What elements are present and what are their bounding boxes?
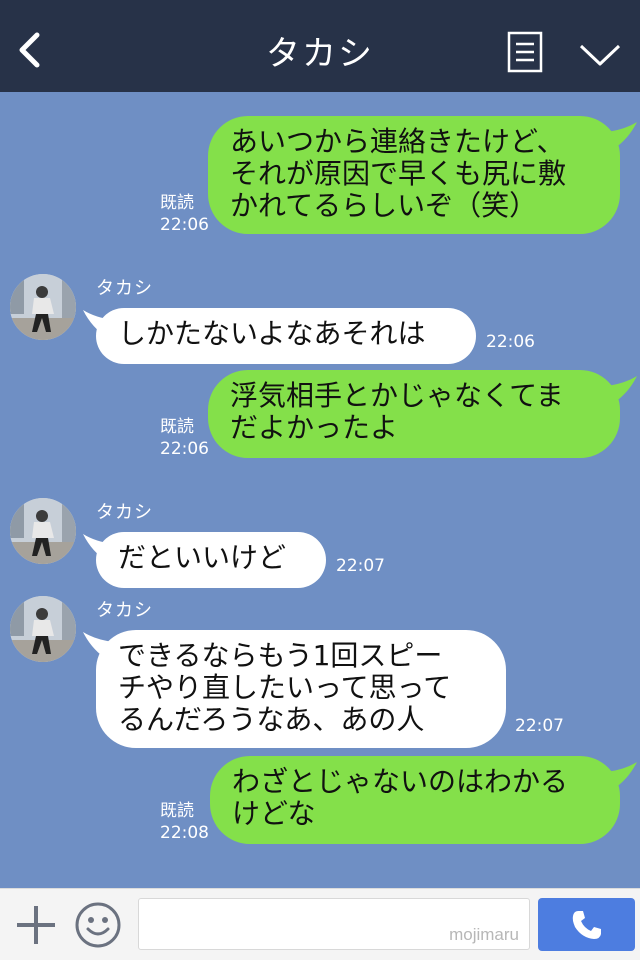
message-bubble-theirs[interactable]: だといいけど: [96, 532, 326, 588]
message-meta: 既読 22:08: [160, 800, 209, 844]
message-bubble-theirs[interactable]: できるならもう1回スピー チやり直したいって思って るんだろうなあ、あの人: [96, 630, 506, 748]
avatar-photo: [10, 274, 76, 340]
chat-area: あいつから連絡きたけど、 それが原因で早くも尻に敷 かれてるらしいぞ（笑） 既読…: [0, 92, 640, 888]
avatar[interactable]: [10, 498, 76, 564]
avatar[interactable]: [10, 274, 76, 340]
sender-name: タカシ: [96, 278, 153, 299]
message-line: だよかったよ: [230, 411, 399, 444]
plus-icon[interactable]: [14, 903, 58, 947]
read-receipt: 既読: [160, 193, 194, 213]
message-time: 22:07: [336, 556, 385, 576]
read-receipt: 既読: [160, 417, 194, 437]
message-line: あいつから連絡きたけど、: [230, 125, 565, 158]
phone-icon: [572, 911, 601, 939]
message-line: けどな: [232, 797, 316, 830]
message-line: できるならもう1回スピー: [118, 639, 443, 672]
message-line: だといいけど: [118, 541, 287, 574]
message-time: 22:06: [160, 215, 209, 235]
sender-name: タカシ: [96, 502, 153, 523]
message-line: チやり直したいって思って: [118, 671, 452, 704]
message-input[interactable]: mojimaru: [138, 898, 530, 950]
chat-title: タカシ: [266, 34, 374, 74]
watermark: mojimaru: [449, 925, 519, 944]
chevron-down-icon[interactable]: [578, 42, 622, 68]
sender-name: タカシ: [96, 600, 153, 621]
call-button[interactable]: [538, 898, 635, 951]
smiley-icon[interactable]: [74, 901, 122, 949]
message-meta: 既読 22:06: [160, 416, 209, 460]
message-time: 22:06: [160, 439, 209, 459]
input-bar: mojimaru: [0, 888, 640, 960]
chat-header: タカシ: [0, 0, 640, 92]
message-line: 浮気相手とかじゃなくてま: [230, 379, 564, 412]
message-bubble-mine[interactable]: わざとじゃないのはわかる けどな: [210, 756, 620, 844]
message-line: るんだろうなあ、あの人: [118, 703, 425, 736]
message-bubble-theirs[interactable]: しかたないよなあそれは: [96, 308, 476, 364]
message-line: わざとじゃないのはわかる: [232, 765, 569, 798]
avatar-photo: [10, 596, 76, 662]
message-bubble-mine[interactable]: あいつから連絡きたけど、 それが原因で早くも尻に敷 かれてるらしいぞ（笑）: [208, 116, 620, 234]
menu-icon[interactable]: [507, 31, 543, 73]
avatar[interactable]: [10, 596, 76, 662]
message-bubble-mine[interactable]: 浮気相手とかじゃなくてま だよかったよ: [208, 370, 620, 458]
read-receipt: 既読: [160, 801, 194, 821]
avatar-photo: [10, 498, 76, 564]
message-line: しかたないよなあそれは: [118, 317, 426, 350]
message-meta: 既読 22:06: [160, 192, 209, 236]
message-line: かれてるらしいぞ（笑）: [230, 189, 538, 222]
message-line: それが原因で早くも尻に敷: [230, 157, 567, 190]
message-time: 22:06: [486, 332, 535, 352]
message-time: 22:08: [160, 823, 209, 843]
message-time: 22:07: [515, 716, 564, 736]
